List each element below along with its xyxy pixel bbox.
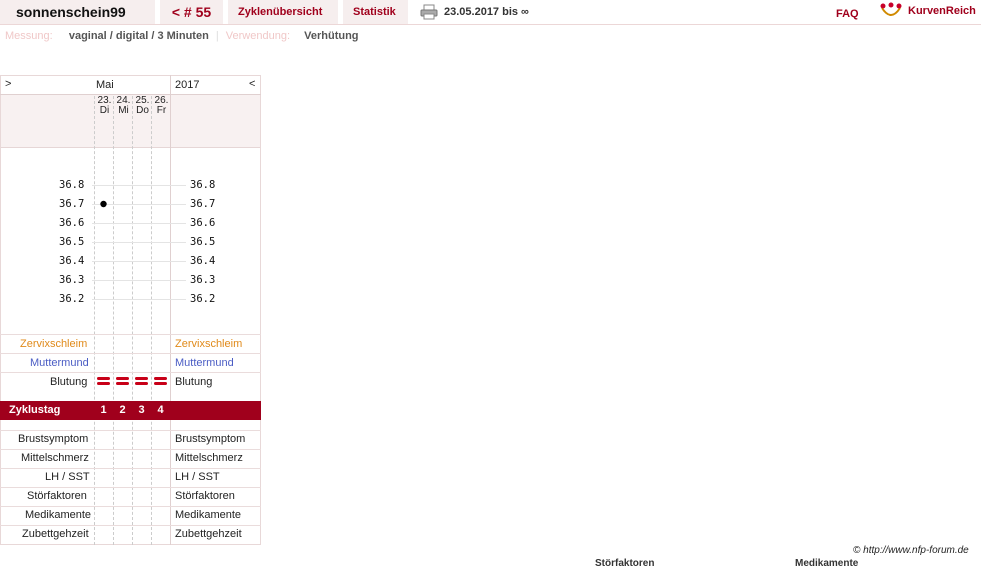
temp-label-left: 36.3: [59, 274, 85, 286]
measurement-label: Messung:: [5, 30, 53, 42]
separator: |: [215, 30, 219, 42]
row-label-bedtime-right[interactable]: Zubettgehzeit: [175, 528, 242, 540]
usage-value: Verhütung: [304, 30, 359, 42]
bleeding-mark-icon[interactable]: [134, 376, 150, 386]
temp-label-right: 36.7: [190, 198, 216, 210]
temperature-plot: [100, 200, 107, 208]
temp-label-right: 36.5: [190, 236, 216, 248]
row-label-cervical-mucus[interactable]: Zervixschleim: [20, 338, 87, 350]
printer-icon[interactable]: [420, 4, 438, 20]
temp-label-right: 36.4: [190, 255, 216, 267]
legend-heading-medication: Medikamente: [795, 558, 859, 569]
legend-heading-disturbances: Störfaktoren: [595, 558, 655, 569]
temp-label-left: 36.7: [59, 198, 85, 210]
row-label-breast-symptom-right[interactable]: Brustsymptom: [175, 433, 245, 445]
temp-label-left: 36.8: [59, 179, 85, 191]
row-label-cervix[interactable]: Muttermund: [30, 357, 89, 369]
day-weekday: Di: [99, 105, 110, 116]
year-label: 2017: [175, 79, 200, 91]
tab-statistics[interactable]: Statistik: [343, 0, 408, 24]
row-label-bleeding[interactable]: Blutung: [50, 376, 87, 388]
day-weekday: Do: [136, 105, 149, 116]
row-label-lh-test-right[interactable]: LH / SST: [175, 471, 220, 483]
tab-cycle-overview[interactable]: Zyklenübersicht: [228, 0, 338, 24]
row-divider: [0, 468, 261, 488]
brand-name[interactable]: KurvenReich: [908, 5, 976, 17]
temp-label-right: 36.6: [190, 217, 216, 229]
row-label-disturbances-right[interactable]: Störfaktoren: [175, 490, 235, 502]
temp-label-right: 36.3: [190, 274, 216, 286]
faq-link[interactable]: FAQ: [836, 8, 859, 20]
day-header[interactable]: 25. Do: [133, 96, 152, 116]
temp-label-left: 36.6: [59, 217, 85, 229]
temp-label-right: 36.2: [190, 293, 216, 305]
cycle-day-number: 2: [119, 404, 126, 416]
row-label-cervical-mucus-right[interactable]: Zervixschleim: [175, 338, 242, 350]
bleeding-mark-icon[interactable]: [115, 376, 131, 386]
row-label-breast-symptom[interactable]: Brustsymptom: [18, 433, 88, 445]
prev-cycle-button[interactable]: >: [5, 78, 11, 90]
crown-logo-icon[interactable]: [880, 2, 902, 20]
temp-label-left: 36.5: [59, 236, 85, 248]
day-weekday: Fr: [156, 105, 167, 116]
cycle-day-number: 4: [157, 404, 164, 416]
row-label-disturbances[interactable]: Störfaktoren: [27, 490, 87, 502]
date-range: 23.05.2017 bis ∞: [444, 6, 529, 18]
row-label-mittelschmerz[interactable]: Mittelschmerz: [21, 452, 89, 464]
day-header[interactable]: 23. Di: [95, 96, 114, 116]
row-label-medication-right[interactable]: Medikamente: [175, 509, 241, 521]
cycle-day-number: 1: [100, 404, 107, 416]
row-label-cervix-right[interactable]: Muttermund: [175, 357, 234, 369]
row-label-bleeding-right[interactable]: Blutung: [175, 376, 212, 388]
username-tab[interactable]: sonnenschein99: [0, 0, 155, 24]
temp-label-right: 36.8: [190, 179, 216, 191]
day-header[interactable]: 24. Mi: [114, 96, 133, 116]
bleeding-mark-icon[interactable]: [96, 376, 112, 386]
measurement-info: Messung: vaginal / digital / 3 Minuten |…: [5, 30, 359, 42]
temperature-point[interactable]: [100, 200, 107, 208]
month-header-row: [0, 75, 261, 95]
month-label: Mai: [96, 79, 114, 91]
row-label-medication[interactable]: Medikamente: [25, 509, 91, 521]
usage-label: Verwendung:: [225, 30, 290, 42]
row-label-lh-test[interactable]: LH / SST: [45, 471, 90, 483]
temp-label-left: 36.2: [59, 293, 85, 305]
row-label-bedtime[interactable]: Zubettgehzeit: [22, 528, 89, 540]
next-cycle-button[interactable]: <: [249, 78, 255, 90]
bleeding-mark-icon[interactable]: [153, 376, 169, 386]
temp-label-left: 36.4: [59, 255, 85, 267]
day-weekday: Mi: [118, 105, 129, 116]
cycle-number-tab[interactable]: < # 55: [160, 0, 223, 24]
copyright[interactable]: © http://www.nfp-forum.de: [853, 545, 969, 556]
row-label-mittelschmerz-right[interactable]: Mittelschmerz: [175, 452, 243, 464]
measurement-value: vaginal / digital / 3 Minuten: [68, 30, 209, 42]
cycle-day-number: 3: [138, 404, 145, 416]
day-header[interactable]: 26. Fr: [152, 96, 171, 116]
cycle-day-label: Zyklustag: [9, 404, 61, 416]
